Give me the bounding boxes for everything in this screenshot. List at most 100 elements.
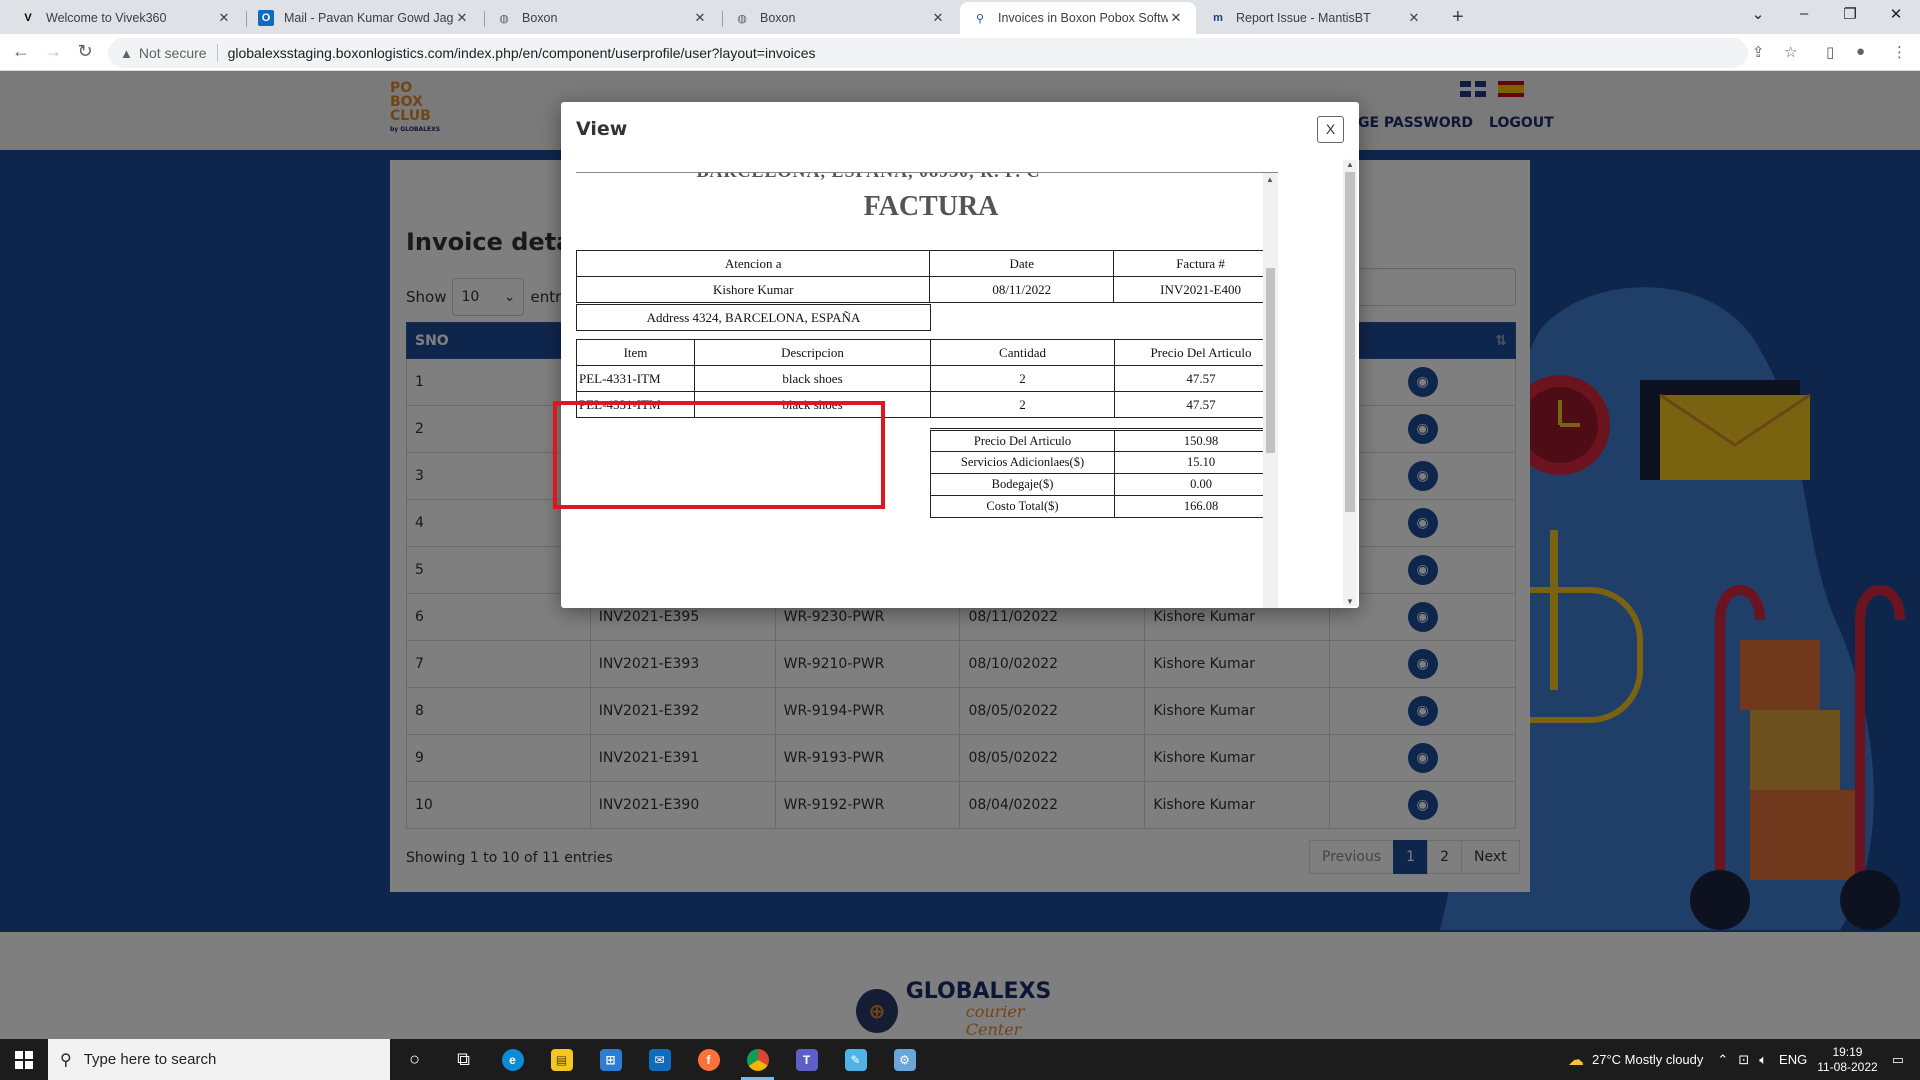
address-bar[interactable]: ▲ Not secure globalexsstaging.boxonlogis… [108,38,1748,68]
windows-logo-icon [15,1050,33,1069]
chevron-up-icon[interactable]: ⌃ [1717,1052,1728,1068]
tab-title: Boxon [760,11,796,25]
item-description: black shoes [694,365,931,392]
restore-icon[interactable]: ❐ [1840,5,1860,23]
document-scrollbar[interactable]: ▲ [1263,173,1278,608]
browser-tab[interactable]: O Mail - Pavan Kumar Gowd Jagale ✕ [246,2,482,34]
quantity-header-row: Cantidad Precio Del Articulo [930,339,1278,366]
mail-icon[interactable]: ✉ [635,1039,684,1080]
scroll-down-icon[interactable]: ▼ [1346,597,1354,606]
browser-tab[interactable]: ◍ Boxon ✕ [722,2,958,34]
invoice-number: INV2021-E400 [1113,276,1278,303]
invoice-company-address: BARCELONA, ESPAÑA, 08930, R. F. C [576,173,1161,182]
browser-tab[interactable]: m Report Issue - MantisBT ✕ [1198,2,1434,34]
taskbar-search-box[interactable]: ⚲ Type here to search [48,1039,390,1080]
back-icon[interactable]: ← [10,41,32,62]
modal-scrollbar-thumb[interactable] [1345,172,1355,512]
side-panel-icon[interactable]: ▯ [1826,43,1834,61]
invoice-address-table: Address 4324, BARCELONA, ESPAÑA [576,304,931,331]
item-code: PEL-4331-ITM [576,365,695,392]
totals-label: Precio Del Articulo [930,429,1115,452]
invoice-totals-table: Precio Del Articulo 150.98 Servicios Adic… [930,428,1278,518]
close-tab-icon[interactable]: ✕ [454,10,470,26]
globe-favicon-icon: ◍ [499,12,509,25]
forward-icon[interactable]: → [42,41,64,62]
totals-value: 0.00 [1114,473,1278,496]
browser-tab[interactable]: V Welcome to Vivek360 ✕ [8,2,244,34]
item-quantity: 2 [930,391,1115,418]
totals-row: Precio Del Articulo 150.98 [930,429,1278,452]
tab-search-icon[interactable]: ⌄ [1748,5,1768,23]
vivek-favicon-icon: V [24,12,32,24]
file-explorer-icon[interactable]: ▤ [537,1039,586,1080]
search-placeholder: Type here to search [83,1051,217,1068]
profile-icon[interactable]: ● [1856,43,1865,60]
bookmark-star-icon[interactable]: ☆ [1784,43,1797,61]
tab-title: Invoices in Boxon Pobox Softwar [998,11,1168,25]
scroll-up-icon[interactable]: ▲ [1266,175,1274,184]
language-indicator[interactable]: ENG [1779,1052,1807,1067]
item-quantity: 2 [930,365,1115,392]
cortana-icon[interactable]: ○ [390,1039,439,1080]
totals-row: Costo Total($) 166.08 [930,495,1278,518]
menu-kebab-icon[interactable]: ⋮ [1892,43,1907,61]
network-icon[interactable]: ⊡ [1738,1052,1749,1068]
close-tab-icon[interactable]: ✕ [1406,10,1422,26]
browser-tab[interactable]: ◍ Boxon ✕ [484,2,720,34]
invoice-quantity-table: Cantidad Precio Del Articulo 2 47.57 2 4… [930,339,1278,418]
notepad-icon[interactable]: ✎ [831,1039,880,1080]
close-tab-icon[interactable]: ✕ [1168,10,1184,26]
chrome-icon[interactable] [733,1039,782,1080]
quantity-row: 2 47.57 [930,391,1278,418]
tab-title: Welcome to Vivek360 [46,11,167,25]
totals-label: Bodegaje($) [930,473,1115,496]
reload-icon[interactable]: ↻ [74,41,96,62]
quantity-header: Cantidad [930,339,1115,366]
edge-icon[interactable]: e [488,1039,537,1080]
modal-close-button[interactable]: X [1317,116,1344,143]
settings-app-icon[interactable]: ⚙ [880,1039,929,1080]
invoice-number-label: Factura # [1113,250,1278,277]
invoice-customer-table: Atencion a Date Factura # Kishore Kumar … [576,250,1278,303]
share-icon[interactable]: ⇪ [1752,43,1765,61]
taskbar-clock[interactable]: 19:19 11-08-2022 [1817,1045,1878,1075]
window-close-icon[interactable]: ✕ [1886,5,1906,23]
teams-icon[interactable]: T [782,1039,831,1080]
scroll-up-icon[interactable]: ▲ [1346,160,1354,169]
item-price: 47.57 [1114,391,1278,418]
task-view-icon[interactable]: ⧉ [439,1039,488,1080]
description-header: Descripcion [694,339,931,366]
windows-start-button[interactable] [0,1039,48,1080]
notification-icon[interactable]: ▭ [1892,1052,1904,1068]
close-tab-icon[interactable]: ✕ [692,10,708,26]
minimize-icon[interactable]: – [1794,5,1814,22]
close-tab-icon[interactable]: ✕ [930,10,946,26]
url-text[interactable]: globalexsstaging.boxonlogistics.com/inde… [228,45,816,61]
item-price: 47.57 [1114,365,1278,392]
customer-address: Address 4324, BARCELONA, ESPAÑA [576,304,931,331]
totals-row: Servicios Adicionlaes($) 15.10 [930,451,1278,474]
modal-scrollbar[interactable]: ▲ ▼ [1343,160,1357,606]
weather-text[interactable]: 27°C Mostly cloudy [1592,1052,1703,1067]
security-label[interactable]: Not secure [139,45,207,61]
browser-tab-active[interactable]: ⚲ Invoices in Boxon Pobox Softwar ✕ [960,2,1196,34]
weather-cloud-icon[interactable]: ☁ [1568,1050,1584,1070]
windows-taskbar: ⚲ Type here to search ○ ⧉ e ▤ ⊞ ✉ f T ✎ … [0,1039,1920,1080]
date-label: Date [929,250,1115,277]
browser-tab-strip: V Welcome to Vivek360 ✕ O Mail - Pavan K… [0,0,1920,34]
store-icon[interactable]: ⊞ [586,1039,635,1080]
volume-icon[interactable]: 🔈︎ [1759,1052,1767,1068]
outlook-favicon-icon: O [258,10,274,26]
attention-label: Atencion a [576,250,931,277]
document-scrollbar-thumb[interactable] [1266,268,1275,453]
tab-title: Mail - Pavan Kumar Gowd Jagale [284,11,454,25]
new-tab-icon[interactable]: + [1452,6,1464,29]
annotation-highlight-box [553,401,885,509]
close-tab-icon[interactable]: ✕ [216,10,232,26]
totals-label: Costo Total($) [930,495,1115,518]
warning-icon[interactable]: ▲ [120,46,133,61]
quantity-row: 2 47.57 [930,365,1278,392]
view-invoice-modal: View X BARCELONA, ESPAÑA, 08930, R. F. C… [561,102,1359,608]
firefox-icon[interactable]: f [684,1039,733,1080]
items-header-row: Item Descripcion [576,339,931,366]
